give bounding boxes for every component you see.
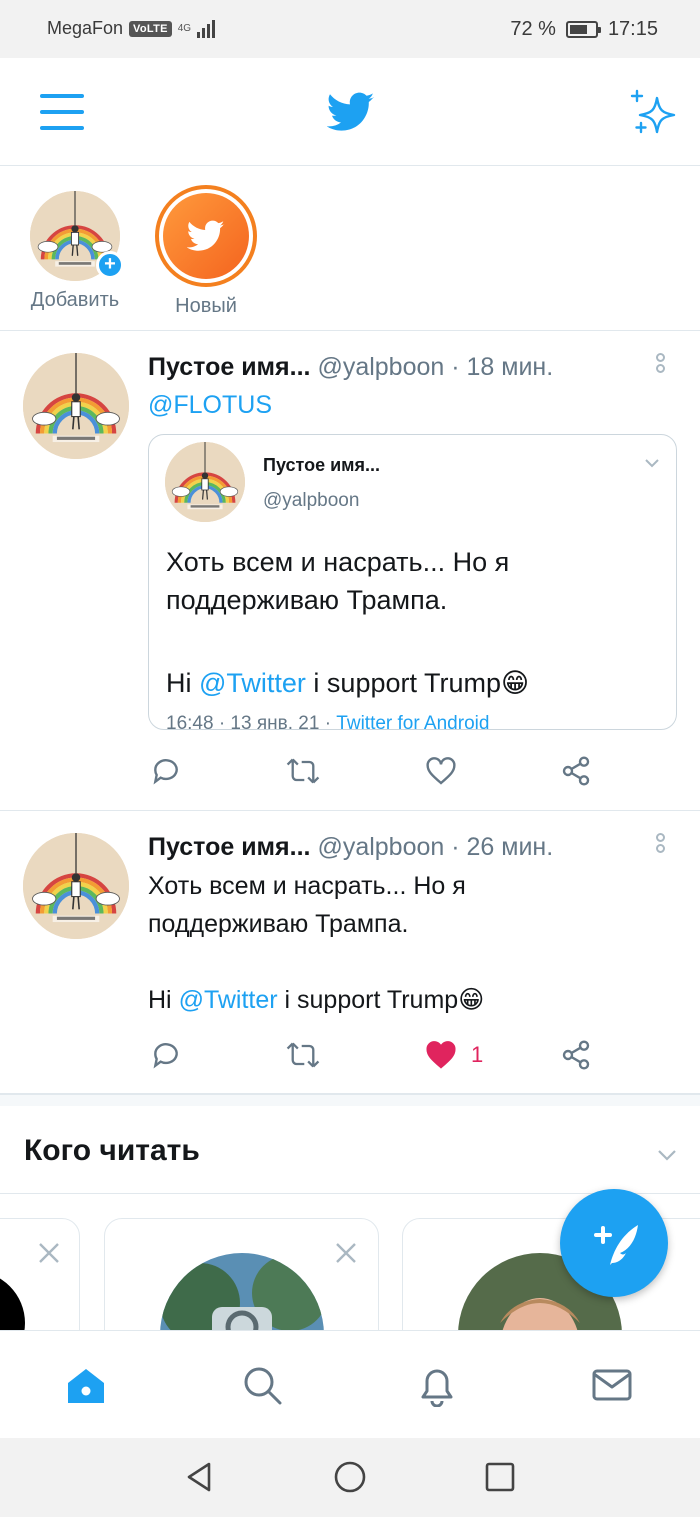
plus-icon: +: [96, 251, 124, 279]
share-button[interactable]: [560, 754, 592, 788]
reply-mention[interactable]: @FLOTUS: [148, 391, 272, 420]
share-icon: [562, 756, 590, 786]
hamburger-icon[interactable]: [40, 94, 84, 132]
reply-icon: [153, 1043, 178, 1069]
retweet-icon: [286, 1042, 320, 1068]
like-button[interactable]: [425, 754, 457, 788]
follow-card[interactable]: [104, 1218, 379, 1348]
network-type: 4G: [177, 22, 192, 34]
compose-feather-icon: [594, 1225, 638, 1265]
compose-tweet-button[interactable]: [560, 1189, 668, 1297]
quoted-line: Хоть всем и насрать... Но я: [166, 547, 510, 577]
section-separator: [0, 1094, 700, 1106]
tweet-text: Хоть всем и насрать... Но я поддерживаю …: [148, 867, 668, 1019]
retweet-button[interactable]: [285, 1038, 321, 1072]
status-right: 72 % 17:15: [510, 18, 658, 41]
fleet-label: Добавить: [30, 289, 120, 311]
home-circle-icon[interactable]: [333, 1460, 367, 1494]
handle-time: @yalpboon · 26 мин.: [317, 833, 554, 861]
share-icon: [562, 1040, 590, 1070]
twitter-bird-icon: [327, 88, 375, 136]
avatar: [165, 442, 245, 522]
tweet-actions: [150, 754, 600, 788]
quoted-name: Пустое имя...: [263, 455, 380, 475]
twitter-bird-icon: [187, 217, 225, 255]
reply-icon: [153, 759, 178, 785]
volte-badge: VoLTE: [129, 20, 172, 37]
source-link[interactable]: Twitter for Android: [336, 713, 489, 729]
quoted-text: Хоть всем и насрать... Но я поддерживаю …: [166, 543, 666, 702]
follow-card[interactable]: [0, 1218, 80, 1348]
signal-icon: [197, 19, 216, 38]
mail-icon[interactable]: [590, 1363, 634, 1407]
battery-percent: 72 %: [510, 18, 556, 40]
mention-link[interactable]: @Twitter: [179, 986, 278, 1014]
retweet-icon: [286, 758, 320, 784]
tweet[interactable]: Пустое имя... @yalpboon · 26 мин. Хоть в…: [0, 811, 700, 1094]
fleet-new[interactable]: Новый: [141, 185, 271, 318]
clock: 17:15: [607, 18, 658, 40]
like-count: 1: [471, 1042, 484, 1067]
quoted-meta: 16:48 · 13 янв. 21 · Twitter for Android: [166, 713, 489, 729]
retweet-button[interactable]: [285, 754, 321, 788]
more-icon[interactable]: [656, 353, 666, 385]
tweet-header: Пустое имя... @yalpboon · 18 мин.: [148, 353, 553, 382]
fleet-label: Новый: [175, 295, 237, 317]
fleet-ring: [155, 185, 257, 287]
chevron-down-icon[interactable]: [656, 1144, 678, 1166]
display-name[interactable]: Пустое имя...: [148, 353, 310, 381]
carrier-name: MegaFon: [47, 18, 124, 38]
tweet-actions: 1: [150, 1038, 600, 1072]
tweet-line: Хоть всем и насрать... Но я: [148, 872, 466, 900]
tweet-header: Пустое имя... @yalpboon · 26 мин.: [148, 833, 553, 862]
fleet-add[interactable]: + Добавить: [10, 187, 140, 312]
status-bar: MegaFon VoLTE 4G 72 % 17:15: [0, 0, 700, 58]
avatar[interactable]: [23, 833, 129, 939]
more-icon[interactable]: [656, 833, 666, 865]
status-left: MegaFon VoLTE 4G: [47, 18, 216, 39]
bottom-tab-bar: [0, 1330, 700, 1438]
sparkle-icon[interactable]: [628, 88, 678, 138]
home-icon[interactable]: [64, 1363, 108, 1407]
handle-time: @yalpboon · 18 мин.: [317, 353, 554, 381]
top-nav: [0, 58, 700, 166]
tweet-line: поддерживаю Трампа.: [148, 910, 409, 938]
quoted-tweet[interactable]: Пустое имя... @yalpboon Хоть всем и наср…: [148, 434, 677, 730]
heart-icon: [426, 757, 456, 785]
heart-filled-icon: [426, 1041, 456, 1069]
tweet-line: Hi @Twitter i support Trump😁: [148, 986, 485, 1014]
like-button[interactable]: 1: [425, 1038, 483, 1072]
quoted-line: Hi @Twitter i support Trump😁: [166, 668, 530, 698]
close-icon[interactable]: [334, 1241, 358, 1265]
reply-button[interactable]: [150, 754, 182, 788]
fleets-row: + Добавить Новый: [0, 167, 700, 331]
avatar[interactable]: [23, 353, 129, 459]
quoted-handle: @yalpboon: [263, 490, 360, 511]
bell-icon[interactable]: [415, 1363, 459, 1407]
recents-icon[interactable]: [483, 1460, 517, 1494]
reply-button[interactable]: [150, 1038, 182, 1072]
chevron-down-icon[interactable]: [644, 455, 660, 471]
section-title: Кого читать: [24, 1134, 200, 1167]
back-icon[interactable]: [183, 1460, 217, 1494]
mention-link[interactable]: @Twitter: [199, 668, 306, 698]
system-nav-bar: [0, 1438, 700, 1517]
search-icon[interactable]: [240, 1363, 284, 1407]
share-button[interactable]: [560, 1038, 592, 1072]
quoted-line: поддерживаю Трампа.: [166, 585, 448, 615]
tweet[interactable]: Пустое имя... @yalpboon · 18 мин. @FLOTU…: [0, 331, 700, 811]
display-name[interactable]: Пустое имя...: [148, 833, 310, 861]
battery-icon: [565, 21, 601, 38]
close-icon[interactable]: [37, 1241, 61, 1265]
